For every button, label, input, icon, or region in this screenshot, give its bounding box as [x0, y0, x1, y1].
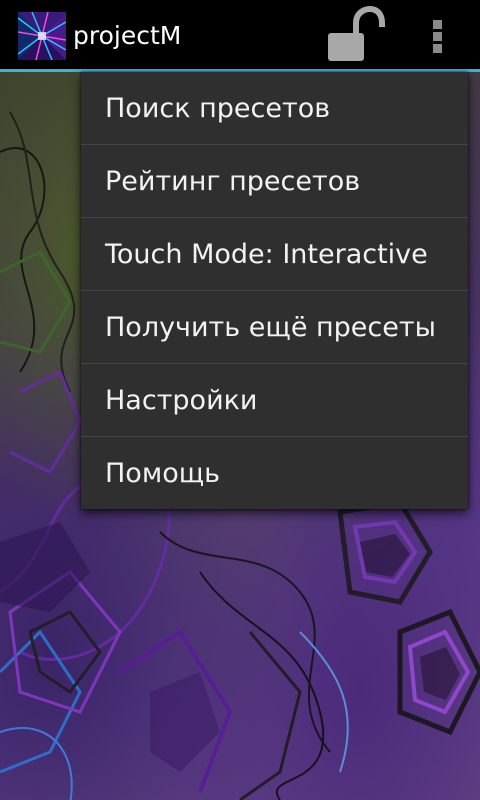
- screen: projectM Поиск пресетов Рейтинг пресетов…: [0, 0, 480, 800]
- app-title: projectM: [73, 21, 182, 50]
- menu-item-preset-rating[interactable]: Рейтинг пресетов: [81, 145, 468, 217]
- overflow-dot: [433, 44, 442, 53]
- unlocked-padlock-icon[interactable]: [322, 5, 386, 65]
- action-bar: projectM: [0, 0, 480, 69]
- projectm-app-icon[interactable]: [18, 12, 66, 60]
- overflow-dot: [433, 20, 442, 29]
- overflow-menu-icon[interactable]: [420, 14, 456, 58]
- menu-item-get-more-presets[interactable]: Получить ещё пресеты: [81, 291, 468, 363]
- menu-item-help[interactable]: Помощь: [81, 437, 468, 509]
- menu-item-search-presets[interactable]: Поиск пресетов: [81, 72, 468, 144]
- menu-item-settings[interactable]: Настройки: [81, 364, 468, 436]
- overflow-dot: [433, 32, 442, 41]
- overflow-menu: Поиск пресетов Рейтинг пресетов Touch Mo…: [81, 72, 468, 509]
- menu-item-touch-mode[interactable]: Touch Mode: Interactive: [81, 218, 468, 290]
